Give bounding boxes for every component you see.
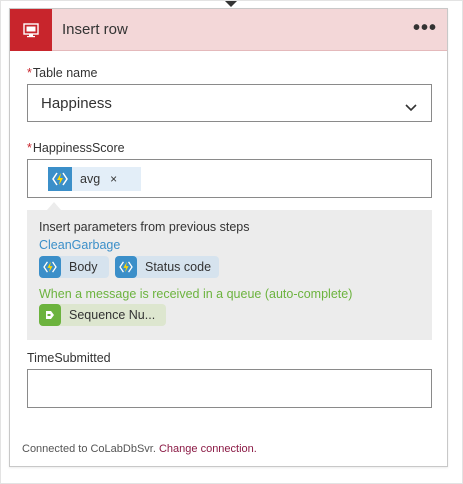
sql-database-icon [10,9,52,51]
panel-pointer [47,202,61,210]
azure-function-icon [115,256,137,278]
service-bus-icon [39,304,61,326]
dynamic-content-heading: Insert parameters from previous steps [39,220,250,234]
happiness-score-input[interactable]: avg × [27,159,432,198]
group-title-queue-trigger: When a message is received in a queue (a… [39,287,353,301]
action-title: Insert row [62,21,128,38]
token-label: avg [80,172,101,186]
dynamic-token[interactable]: avg × [48,167,141,191]
more-options-button[interactable]: ••• [413,17,437,40]
group-title-cleangarbage: CleanGarbage [39,238,121,252]
action-header[interactable]: Insert row ••• [10,9,447,51]
chip-status-code[interactable]: Status code [115,256,219,278]
chevron-down-icon [405,99,417,117]
time-submitted-label: TimeSubmitted [27,351,111,365]
dynamic-content-panel: Insert parameters from previous steps Cl… [27,210,432,340]
remove-token-button[interactable]: × [110,172,117,186]
connection-status: Connected to CoLabDbSvr. [22,443,156,455]
chip-body[interactable]: Body [39,256,109,278]
designer-canvas: Insert row ••• *Table name Happiness *Ha… [0,0,463,484]
change-connection-link[interactable]: Change connection. [159,443,257,455]
chip-label: Status code [145,260,212,274]
connection-footer: Connected to CoLabDbSvr. Change connecti… [22,443,257,455]
chip-label: Sequence Nu... [69,308,156,322]
insert-row-action-card: Insert row ••• *Table name Happiness *Ha… [9,8,448,467]
happiness-score-label: *HappinessScore [27,141,125,155]
azure-function-icon [48,167,72,191]
chip-sequence-number[interactable]: Sequence Nu... [39,304,166,326]
table-name-label: *Table name [27,66,98,80]
happiness-score-label-text: HappinessScore [32,141,125,155]
table-name-label-text: Table name [32,66,98,80]
flow-connector-arrow [225,1,237,7]
chip-label: Body [69,260,98,274]
required-marker: * [27,141,32,155]
time-submitted-input[interactable] [27,369,432,408]
azure-function-icon [39,256,61,278]
table-name-value: Happiness [41,95,112,112]
table-name-dropdown[interactable]: Happiness [27,84,432,122]
required-marker: * [27,66,32,80]
